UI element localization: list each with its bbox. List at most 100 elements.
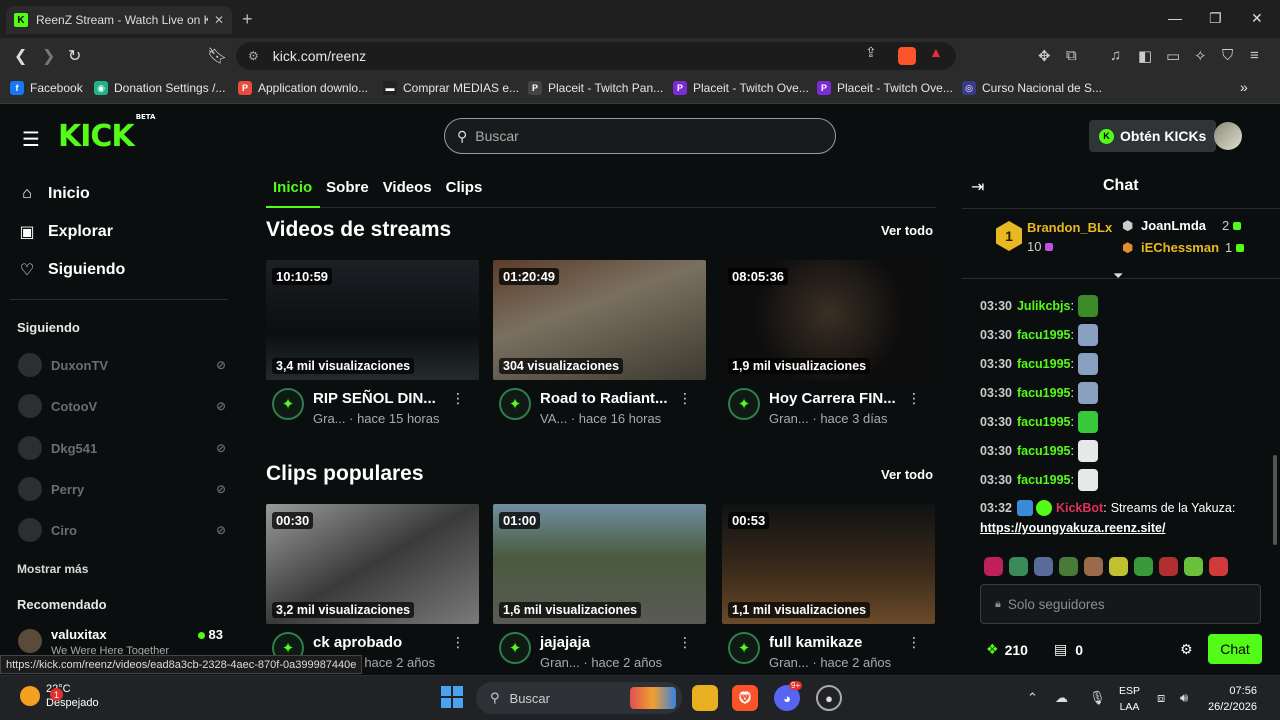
bookmark-item[interactable]: P Placeit - Twitch Ove...: [817, 81, 953, 95]
extensions-icon[interactable]: ✥: [1038, 47, 1051, 65]
leaderboard-user[interactable]: iEChessman: [1141, 240, 1219, 255]
emote-icon[interactable]: [1109, 557, 1128, 576]
channel-name[interactable]: Gran...: [769, 411, 809, 426]
reader-icon[interactable]: ⧉: [1066, 47, 1077, 64]
emote-icon[interactable]: [1009, 557, 1028, 576]
video-card[interactable]: 01:20:49 304 visualizaciones ✦ Road to Radi…: [493, 260, 706, 430]
expand-leaderboard-icon[interactable]: ⏷: [1113, 268, 1123, 284]
video-thumbnail[interactable]: 00:30 3,2 mil visualizaciones: [266, 504, 479, 624]
get-kicks-button[interactable]: K Obtén KICKs: [1089, 120, 1217, 152]
channel-name[interactable]: Gran...: [540, 655, 580, 670]
media-icon[interactable]: ♫: [1110, 47, 1121, 64]
page-scrollbar[interactable]: [1273, 455, 1277, 545]
minimize-icon[interactable]: —: [1168, 10, 1182, 26]
following-channel[interactable]: Ciro ⊘: [18, 518, 226, 542]
message-user[interactable]: KickBot: [1056, 501, 1103, 515]
share-icon[interactable]: ⇪: [865, 44, 877, 61]
video-thumbnail[interactable]: 08:05:36 1,9 mil visualizaciones: [722, 260, 935, 380]
video-title[interactable]: RIP SEÑOL DIN...: [313, 390, 436, 407]
tray-overflow-icon[interactable]: ⌃: [1027, 690, 1038, 706]
windows-start-icon[interactable]: [441, 686, 463, 708]
bookmark-item[interactable]: ◎ Curso Nacional de S...: [962, 81, 1102, 95]
emote-icon[interactable]: [1034, 557, 1053, 576]
brave-shields-icon[interactable]: [898, 47, 916, 65]
onedrive-icon[interactable]: ☁: [1055, 690, 1068, 706]
brave-browser-icon[interactable]: 🦁︎: [732, 685, 758, 711]
video-thumbnail[interactable]: 10:10:59 3,4 mil visualizaciones: [266, 260, 479, 380]
message-user[interactable]: facu1995: [1017, 357, 1071, 371]
message-user[interactable]: facu1995: [1017, 328, 1071, 342]
sidebar-item-explorar[interactable]: ▣ Explorar: [18, 222, 112, 242]
bookmark-item[interactable]: ▬ Comprar MEDIAS e...: [383, 81, 519, 95]
following-channel[interactable]: CotooV ⊘: [18, 394, 226, 418]
volume-icon[interactable]: 🔊︎: [1180, 690, 1188, 706]
message-user[interactable]: facu1995: [1017, 473, 1071, 487]
menu-icon[interactable]: ≡: [1250, 47, 1259, 64]
clip-card[interactable]: 01:00 1,6 mil visualizaciones ✦ jajajaja Gra…: [493, 504, 706, 674]
more-options-icon[interactable]: ⋮: [678, 390, 692, 407]
bookmark-item[interactable]: f Facebook: [10, 81, 83, 95]
following-channel[interactable]: DuxonTV ⊘: [18, 353, 226, 377]
video-title[interactable]: Road to Radiant...: [540, 390, 668, 407]
message-link[interactable]: https://youngyakuza.reenz.site/: [980, 521, 1165, 535]
show-more-link[interactable]: Mostrar más: [17, 562, 88, 576]
sidebar-item-siguiendo[interactable]: ♡ Siguiendo: [18, 260, 126, 280]
video-card[interactable]: 08:05:36 1,9 mil visualizaciones ✦ Hoy Carr…: [722, 260, 935, 430]
message-user[interactable]: facu1995: [1017, 386, 1071, 400]
video-title[interactable]: Hoy Carrera FIN...: [769, 390, 896, 407]
taskbar-search[interactable]: ⚲ Buscar: [476, 682, 682, 714]
channel-points[interactable]: ❖ 210: [986, 641, 1028, 658]
channel-avatar-icon[interactable]: ✦: [272, 388, 304, 420]
channel-avatar-icon[interactable]: ✦: [499, 632, 531, 664]
new-tab-button[interactable]: +: [242, 9, 253, 30]
message-user[interactable]: facu1995: [1017, 415, 1071, 429]
hamburger-menu-icon[interactable]: ☰: [22, 127, 40, 152]
collapse-chat-icon[interactable]: ⇥: [971, 177, 984, 197]
video-thumbnail[interactable]: 00:53 1,1 mil visualizaciones: [722, 504, 935, 624]
emote-icon[interactable]: [1209, 557, 1228, 576]
emote-icon[interactable]: [1159, 557, 1178, 576]
more-options-icon[interactable]: ⋮: [907, 390, 921, 407]
see-all-clips-link[interactable]: Ver todo: [881, 467, 933, 482]
emote-icon[interactable]: [1059, 557, 1078, 576]
video-title[interactable]: ck aprobado: [313, 634, 402, 651]
video-title[interactable]: full kamikaze: [769, 634, 862, 651]
following-channel[interactable]: Perry ⊘: [18, 477, 226, 501]
gifts-counter[interactable]: ▤ 0: [1054, 641, 1083, 658]
message-user[interactable]: Julikcbjs: [1017, 299, 1071, 313]
tab-sobre[interactable]: Sobre: [326, 179, 369, 196]
bookmark-page-icon[interactable]: 🔖︎: [207, 46, 227, 66]
more-bookmarks-icon[interactable]: »: [1240, 79, 1248, 95]
channel-name[interactable]: VA...: [540, 411, 567, 426]
site-search[interactable]: ⚲: [444, 118, 836, 154]
emote-icon[interactable]: [984, 557, 1003, 576]
clip-card[interactable]: 00:53 1,1 mil visualizaciones ✦ full kamika…: [722, 504, 935, 674]
more-options-icon[interactable]: ⋮: [678, 634, 692, 651]
leaderboard-user[interactable]: JoanLmda: [1141, 218, 1206, 233]
forward-icon[interactable]: ❯: [42, 46, 55, 66]
maximize-icon[interactable]: ❐: [1209, 10, 1222, 27]
search-input[interactable]: [475, 128, 796, 144]
video-title[interactable]: jajajaja: [540, 634, 590, 651]
channel-avatar-icon[interactable]: ✦: [728, 632, 760, 664]
brave-rewards-icon[interactable]: ▲: [929, 44, 943, 60]
emote-icon[interactable]: [1084, 557, 1103, 576]
window-close-icon[interactable]: ✕: [1251, 10, 1263, 27]
emote-icon[interactable]: [1134, 557, 1153, 576]
bookmark-item[interactable]: P Placeit - Twitch Pan...: [528, 81, 663, 95]
video-thumbnail[interactable]: 01:00 1,6 mil visualizaciones: [493, 504, 706, 624]
chat-settings-icon[interactable]: ⚙: [1180, 641, 1193, 658]
see-all-streams-link[interactable]: Ver todo: [881, 223, 933, 238]
sidebar-item-inicio[interactable]: ⌂ Inicio: [18, 185, 90, 203]
reload-icon[interactable]: ↻: [68, 46, 81, 66]
emote-icon[interactable]: [1184, 557, 1203, 576]
video-thumbnail[interactable]: 01:20:49 304 visualizaciones: [493, 260, 706, 380]
more-options-icon[interactable]: ⋮: [451, 634, 465, 651]
bookmark-item[interactable]: ◉ Donation Settings /...: [94, 81, 225, 95]
language-indicator[interactable]: ESP LAA: [1119, 683, 1140, 715]
obs-icon[interactable]: ●: [816, 685, 842, 711]
system-clock[interactable]: 07:56 26/2/2026: [1208, 683, 1257, 715]
channel-avatar-icon[interactable]: ✦: [499, 388, 531, 420]
sidebar-icon[interactable]: ◧: [1138, 47, 1152, 65]
user-avatar[interactable]: [1214, 122, 1242, 150]
